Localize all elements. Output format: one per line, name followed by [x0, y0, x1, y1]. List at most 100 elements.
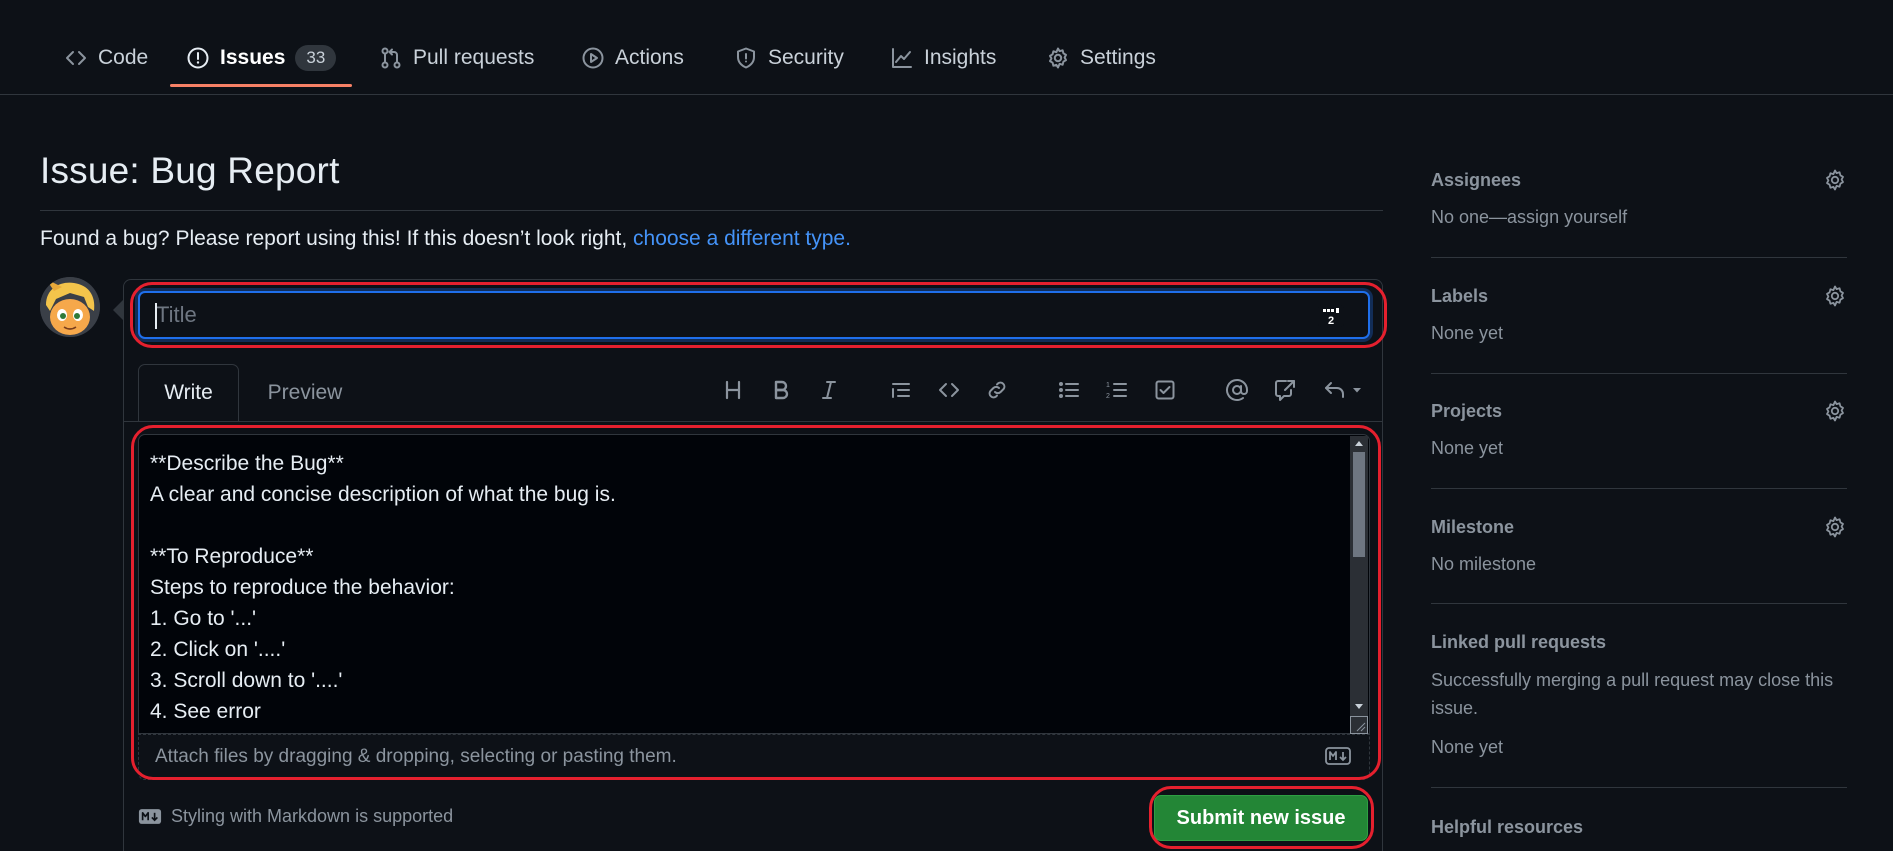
link-icon: [985, 378, 1009, 402]
tab-label: Security: [768, 46, 844, 69]
sidebar-projects: Projects None yet: [1431, 397, 1847, 462]
tab-settings[interactable]: Settings: [1030, 30, 1172, 86]
mention-button[interactable]: [1220, 373, 1254, 407]
tab-label: Settings: [1080, 46, 1156, 69]
tab-label: Pull requests: [413, 46, 535, 69]
sidebar-assignees: Assignees No one—assign yourself: [1431, 166, 1847, 231]
bold-button[interactable]: [764, 373, 798, 407]
tab-issues[interactable]: Issues 33: [170, 30, 353, 87]
assignees-value[interactable]: No one—assign yourself: [1431, 204, 1847, 231]
reply-icon: [1323, 378, 1347, 402]
italic-button[interactable]: [812, 373, 846, 407]
tab-preview[interactable]: Preview: [255, 364, 355, 422]
reply-menu-button[interactable]: [1316, 373, 1370, 407]
sidebar-linked-prs: Linked pull requests Successfully mergin…: [1431, 628, 1847, 761]
markdown-support-note[interactable]: Styling with Markdown is supported: [138, 806, 453, 827]
scrollbar-thumb[interactable]: [1353, 452, 1365, 557]
gear-icon: [1046, 46, 1070, 70]
scroll-down-icon[interactable]: [1353, 700, 1365, 712]
projects-heading: Projects: [1431, 400, 1503, 421]
gear-icon[interactable]: [1823, 168, 1847, 192]
mention-icon: [1225, 378, 1249, 402]
cross-reference-icon: [1273, 378, 1297, 402]
helpful-resources-heading: Helpful resources: [1431, 816, 1584, 837]
issue-opened-icon: [186, 46, 210, 70]
tab-pull-requests[interactable]: Pull requests: [363, 30, 550, 86]
heading-icon: [721, 378, 745, 402]
intro-text: Found a bug? Please report using this! I…: [40, 227, 634, 250]
tab-security[interactable]: Security: [718, 30, 860, 86]
quote-icon: [889, 378, 913, 402]
code-button[interactable]: [932, 373, 966, 407]
graph-icon: [890, 46, 914, 70]
tab-label: Code: [98, 46, 149, 69]
milestone-value: No milestone: [1431, 554, 1537, 574]
projects-value: None yet: [1431, 438, 1504, 458]
labels-heading: Labels: [1431, 285, 1489, 306]
chevron-down-icon: [1351, 384, 1363, 396]
bulleted-list-button[interactable]: [1052, 373, 1086, 407]
linked-prs-heading: Linked pull requests: [1431, 631, 1607, 652]
tab-label: Insights: [924, 46, 997, 69]
milestone-heading: Milestone: [1431, 516, 1515, 537]
gear-icon[interactable]: [1823, 399, 1847, 423]
shield-icon: [734, 46, 758, 70]
link-button[interactable]: [980, 373, 1014, 407]
heading-button[interactable]: [716, 373, 750, 407]
code-icon: [937, 378, 961, 402]
scroll-up-icon[interactable]: [1353, 438, 1365, 450]
tab-write[interactable]: Write: [138, 364, 239, 422]
tab-label: Actions: [615, 46, 684, 69]
page-title: Issue: Bug Report: [40, 150, 340, 191]
cross-reference-button[interactable]: [1268, 373, 1302, 407]
divider: [40, 210, 1383, 211]
title-field: [138, 291, 1370, 339]
resize-handle[interactable]: [1350, 716, 1368, 734]
submit-new-issue-button[interactable]: Submit new issue: [1154, 795, 1368, 841]
code-icon: [64, 46, 88, 70]
issues-count-badge: 33: [295, 45, 337, 71]
svg-text:2: 2: [1106, 393, 1110, 400]
tab-insights[interactable]: Insights: [874, 30, 1012, 86]
markdown-icon: [1325, 747, 1351, 765]
git-pull-request-icon: [379, 46, 403, 70]
quote-button[interactable]: [884, 373, 918, 407]
sidebar-divider: [1431, 603, 1847, 604]
text-cursor: [155, 303, 157, 329]
svg-text:2: 2: [1328, 315, 1334, 327]
svg-text:1: 1: [1106, 382, 1110, 389]
linked-prs-description: Successfully merging a pull request may …: [1431, 670, 1834, 718]
attach-hint: Attach files by dragging & dropping, sel…: [155, 746, 677, 767]
tab-label: Issues: [220, 46, 286, 69]
bulleted-list-icon: [1057, 378, 1081, 402]
sidebar-helpful-resources: Helpful resources: [1431, 813, 1847, 841]
bold-icon: [769, 378, 793, 402]
sidebar-divider: [1431, 787, 1847, 788]
italic-icon: [817, 378, 841, 402]
task-list-button[interactable]: [1148, 373, 1182, 407]
body-text[interactable]: **Describe the Bug** A clear and concise…: [150, 448, 1340, 727]
sidebar-divider: [1431, 488, 1847, 489]
markdown-icon: [138, 808, 162, 825]
linked-prs-value: None yet: [1431, 737, 1504, 757]
gear-icon[interactable]: [1823, 515, 1847, 539]
extension-icon[interactable]: 2: [1318, 305, 1344, 327]
gear-icon[interactable]: [1823, 284, 1847, 308]
attach-files-bar[interactable]: Attach files by dragging & dropping, sel…: [138, 734, 1370, 780]
task-list-icon: [1153, 378, 1177, 402]
choose-different-type-link[interactable]: choose a different type.: [633, 227, 851, 250]
title-input[interactable]: [140, 293, 1368, 337]
template-intro: Found a bug? Please report using this! I…: [40, 227, 851, 251]
markdown-note-text: Styling with Markdown is supported: [171, 806, 454, 826]
tab-actions[interactable]: Actions: [565, 30, 700, 86]
tab-code[interactable]: Code: [48, 30, 164, 86]
sidebar-labels: Labels None yet: [1431, 282, 1847, 347]
avatar: [40, 277, 100, 337]
numbered-list-button[interactable]: 12: [1100, 373, 1134, 407]
sidebar-milestone: Milestone No milestone: [1431, 513, 1847, 578]
repo-nav: Code Issues 33 Pull requests Actions Sec…: [0, 0, 1893, 95]
composer-caret: [113, 300, 123, 320]
play-icon: [581, 46, 605, 70]
sidebar-divider: [1431, 257, 1847, 258]
toolbar-divider: [123, 421, 1383, 422]
